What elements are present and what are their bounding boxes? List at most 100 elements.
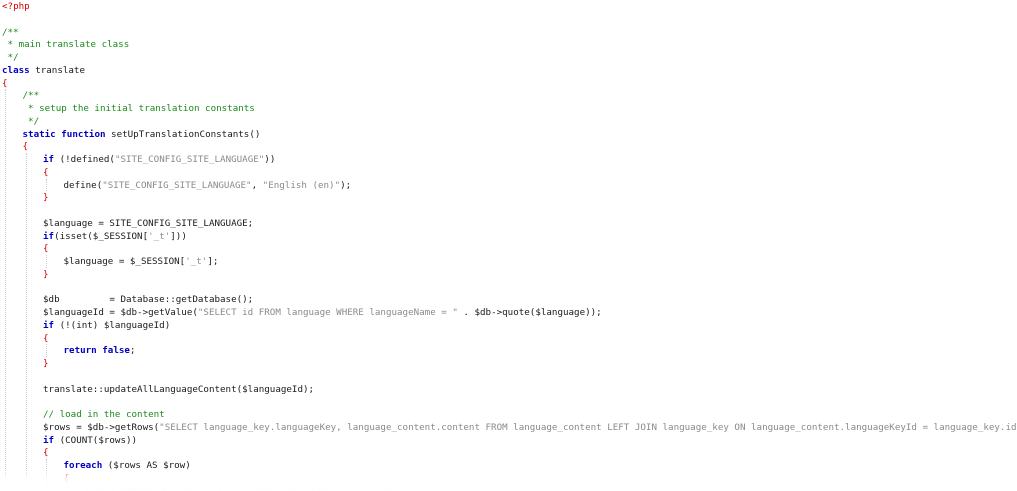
code-line: class translate [2,64,85,77]
code-token: { [2,77,8,89]
code-token: "SITE_CONFIG_SITE_LANGUAGE" [114,154,265,165]
code-token: class [2,64,30,76]
code-line: } [43,191,49,204]
code-line: { [2,77,8,90]
code-token: $constantName = [84,485,173,491]
code-token: translate::updateAllLanguageContent($lan… [43,383,315,395]
code-token: )) [264,154,276,165]
code-token: if [43,154,55,165]
code-line: static function setUpTranslationConstant… [23,128,261,141]
code-token: $languageId = $db->getValue( [43,307,198,318]
code-line: define("SITE_CONFIG_SITE_LANGUAGE", "Eng… [64,179,352,192]
code-token: foreach [63,460,103,471]
code-line: // load in the content [43,408,165,421]
indent-guide [66,484,68,491]
code-token: ; [129,345,136,357]
code-token: (!defined( [54,154,115,165]
code-token: "English (en)" [262,179,341,191]
code-line: { [43,166,49,179]
code-line: <?php [2,0,30,13]
code-line: /** [23,89,40,102]
indent-guide [46,255,47,268]
code-token: $db = Database::getDatabase(); [43,294,254,306]
code-token: { [43,243,49,255]
code-token: $language = SITE_CONFIG_SITE_LANGUAGE; [43,217,254,229]
code-line: */ [22,115,40,128]
code-line: if (!defined("SITE_CONFIG_SITE_LANGUAGE"… [43,153,275,166]
code-line: */ [2,51,19,64]
code-line: $language = SITE_CONFIG_SITE_LANGUAGE; [43,217,253,230]
code-token: { [43,166,49,178]
indent-guide [46,178,47,192]
code-token: '_t' [148,230,171,242]
code-token: ($rows AS $row) [102,460,191,471]
code-line: translate::updateAllLanguageContent($lan… [43,383,314,396]
code-line: * main translate class [2,38,130,51]
code-line: $constantName = 'LANGUAGE_' . strtoupper… [84,485,427,491]
code-token: false [102,345,130,357]
code-token: ])) [170,230,187,242]
code-line: } [43,268,49,281]
code-token: setUpTranslationConstants() [105,128,261,140]
code-line: foreach ($rows AS $row) [64,459,191,472]
code-token: { [63,472,70,484]
code-line: if (!(int) $languageId) [43,319,170,332]
code-token: static [22,128,56,140]
code-token: function [61,128,106,140]
indent-guide [25,153,27,491]
code-token: (COUNT($rows)) [54,434,138,446]
code-line: $rows = $db->getRows("SELECT language_ke… [43,421,1017,434]
code-line: { [43,446,49,459]
code-token: if [43,230,55,242]
code-token: */ [2,52,19,63]
code-token: */ [22,115,40,127]
code-line: $db = Database::getDatabase(); [43,293,253,306]
code-line: } [43,357,49,370]
code-line: { [64,472,70,485]
code-line: { [43,332,49,345]
code-token: $language = $_SESSION[ [63,256,186,267]
code-token: { [22,141,29,153]
code-token: ); [340,179,352,191]
code-token: (!(int) $languageId) [54,319,171,331]
code-token: define( [63,179,103,191]
code-token: translate [29,64,85,76]
code-token: * setup the initial translation constant… [22,103,255,114]
code-line: /** [2,26,19,39]
code-token: "SELECT id FROM language WHERE languageN… [197,307,458,318]
code-line: $languageId = $db->getValue("SELECT id F… [43,306,602,319]
code-token: { [43,332,49,344]
code-token: ]; [207,256,219,267]
code-token: /** [2,26,19,38]
code-line: if(isset($_SESSION['_t'])) [43,230,187,243]
code-token: <?php [2,1,30,12]
code-token: . strtoupper($row['languageKey']); [233,485,427,491]
code-token: (isset($_SESSION[ [54,230,149,242]
code-line: { [23,140,29,153]
code-token: } [43,358,49,369]
code-token: * main translate class [2,39,130,51]
indent-guide [46,344,47,357]
code-line: if (COUNT($rows)) [43,434,137,447]
code-line: { [43,242,49,255]
code-token: $rows = $db->getRows( [43,421,160,433]
code-token: . $db->quote($language)); [457,307,602,318]
code-token: "SELECT language_key.languageKey, langua… [159,421,1017,433]
code-line: * setup the initial translation constant… [23,102,255,115]
code-token: if [43,434,55,446]
code-token: , [251,179,263,191]
code-token: "SITE_CONFIG_SITE_LANGUAGE" [102,179,252,191]
code-token: { [43,447,49,459]
code-token: '_t' [185,256,208,267]
code-token: /** [22,90,40,102]
code-token: } [43,192,49,204]
code-token: 'LANGUAGE_' [172,485,234,491]
code-token: if [43,319,55,331]
indent-guide [5,89,6,491]
code-line: return false; [64,344,136,357]
code-token: return [63,345,97,357]
code-line: $language = $_SESSION['_t']; [64,255,219,268]
code-token: // load in the content [43,409,165,420]
code-token: } [43,268,49,280]
code-editor[interactable]: <?php/** * main translate class */class … [0,0,1017,491]
